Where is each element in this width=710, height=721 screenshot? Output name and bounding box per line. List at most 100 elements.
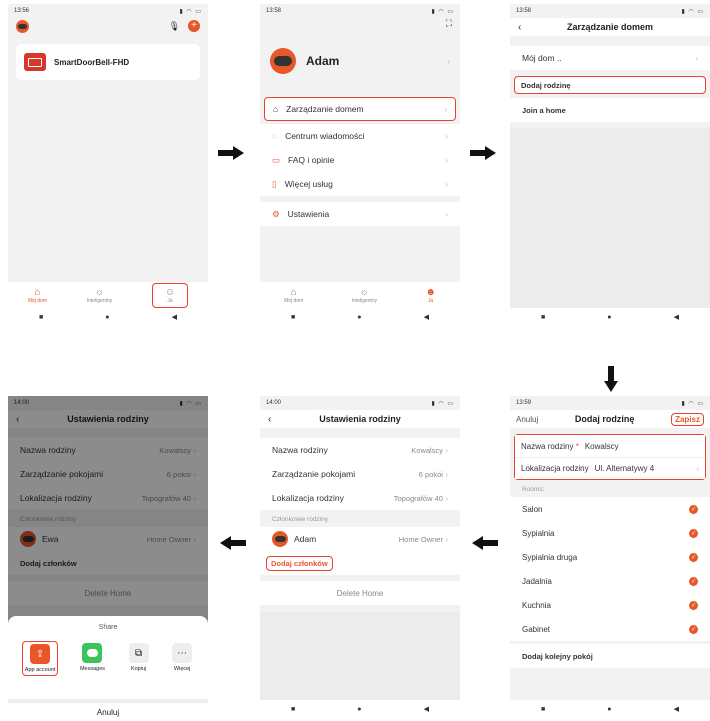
tab-my-home[interactable]: ⌂ Mój dom <box>284 287 303 304</box>
device-name: SmartDoorBell-FHD <box>54 57 130 67</box>
room-item[interactable]: Gabinet ✓ <box>510 617 710 641</box>
share-more[interactable]: ⋯ Więcej <box>170 641 194 676</box>
check-icon[interactable]: ✓ <box>689 576 698 586</box>
chevron-right-icon: › <box>444 104 447 114</box>
back-icon[interactable]: ◀ <box>424 705 429 713</box>
back-icon[interactable]: ◀ <box>674 705 679 713</box>
screen-profile: 13:58 ▮ ◠ ▭ ⛶ Adam › ⌂ Zarządzanie domem ›… <box>260 4 460 326</box>
app-account-icon: ⇪ <box>30 644 51 664</box>
save-button[interactable]: Zapisz <box>671 412 704 426</box>
home-button-icon[interactable]: ● <box>607 706 611 713</box>
system-nav: ■ ● ◀ <box>510 308 710 326</box>
system-nav: ■ ● ◀ <box>8 308 208 326</box>
menu-faq[interactable]: ▭ FAQ i opinie › <box>260 148 460 172</box>
tab-my-home[interactable]: ⌂ Mój dom <box>28 287 47 304</box>
tab-me[interactable]: ☺ Ja <box>151 282 189 308</box>
share-option-label: Kopiuj <box>130 666 147 672</box>
back-icon[interactable]: ◀ <box>674 313 679 321</box>
arrow-down-icon <box>604 366 618 392</box>
add-family-button[interactable]: Dodaj rodzinę <box>514 76 706 94</box>
share-cancel-button[interactable]: Anuluj <box>8 699 208 721</box>
check-icon[interactable]: ✓ <box>689 552 698 562</box>
home-button-icon[interactable]: ● <box>607 314 611 321</box>
home-button-icon[interactable]: ● <box>357 314 361 321</box>
family-name-row[interactable]: Nazwa rodziny Kowalscy › <box>260 438 460 462</box>
avatar[interactable] <box>16 19 29 33</box>
add-member-container: Dodaj członków <box>260 551 460 575</box>
row-value: Kowalscy <box>411 446 443 455</box>
system-nav: ■ ● ◀ <box>260 700 460 718</box>
messages-icon <box>82 643 103 663</box>
arrow-left-icon <box>220 536 246 550</box>
add-room-button[interactable]: Dodaj kolejny pokój <box>510 644 710 668</box>
room-item[interactable]: Sypialnia ✓ <box>510 521 710 545</box>
field-value: Ul. Alternatywy 4 <box>594 464 655 473</box>
check-icon[interactable]: ✓ <box>689 624 698 634</box>
square-icon[interactable]: ■ <box>291 706 295 713</box>
device-card[interactable]: SmartDoorBell-FHD <box>16 44 200 80</box>
status-icons: ▮ ◠ ▭ <box>431 400 454 407</box>
add-family-label: Dodaj rodzinę <box>521 80 571 90</box>
back-icon[interactable]: ◀ <box>424 313 429 321</box>
tab-label: Inteligentny <box>351 297 378 304</box>
chevron-right-icon: › <box>445 470 448 479</box>
room-item[interactable]: Kuchnia ✓ <box>510 593 710 617</box>
scan-icon[interactable]: ⛶ <box>260 18 460 29</box>
empty-area <box>510 128 710 308</box>
room-item[interactable]: Jadalnia ✓ <box>510 569 710 593</box>
family-name-field[interactable]: Nazwa rodziny * Kowalscy <box>515 435 705 457</box>
menu-message-center[interactable]: ◌ Centrum wiadomości › <box>260 124 460 148</box>
check-icon[interactable]: ✓ <box>689 504 698 514</box>
doorbell-device-icon <box>24 53 46 71</box>
profile-header[interactable]: Adam › <box>260 37 460 85</box>
settings-icon: ⚙ <box>272 208 280 219</box>
room-label: Kuchnia <box>522 600 551 610</box>
chevron-right-icon: › <box>445 209 448 219</box>
location-field[interactable]: Lokalizacja rodziny Ul. Alternatywy 4 › <box>515 457 705 479</box>
room-item[interactable]: Salon ✓ <box>510 497 710 521</box>
share-messages[interactable]: Messages <box>78 641 107 676</box>
tab-bar: ⌂ Mój dom ☼ Inteligentny ☻ Ja <box>260 282 460 308</box>
share-app-account[interactable]: ⇪ App account <box>21 641 59 676</box>
room-item[interactable]: Sypialnia druga ✓ <box>510 545 710 569</box>
required-mark: * <box>575 441 579 451</box>
square-icon[interactable]: ■ <box>291 314 295 321</box>
share-option-label: Messages <box>79 666 106 672</box>
copy-icon: ⧉ <box>128 643 149 663</box>
menu-settings[interactable]: ⚙ Ustawienia › <box>260 202 460 226</box>
check-icon[interactable]: ✓ <box>689 528 698 538</box>
add-member-button[interactable]: Dodaj członków <box>266 555 333 571</box>
square-icon[interactable]: ■ <box>541 706 545 713</box>
home-button-icon[interactable]: ● <box>105 314 109 321</box>
tab-me[interactable]: ☻ Ja <box>425 287 436 304</box>
tab-smart[interactable]: ☼ Inteligentny <box>352 287 378 304</box>
delete-home-button[interactable]: Delete Home <box>260 581 460 605</box>
rooms-management-row[interactable]: Zarządzanie pokojami 6 pokoi › <box>260 462 460 486</box>
house-outline-icon: ⌂ <box>273 104 279 114</box>
menu-home-management[interactable]: ⌂ Zarządzanie domem › <box>264 97 456 121</box>
sun-icon: ☼ <box>359 286 369 298</box>
menu-more-services[interactable]: ▯ Więcej usług › <box>260 172 460 196</box>
cancel-button[interactable]: Anuluj <box>516 415 538 424</box>
my-home-item[interactable]: Mój dom .. › <box>510 46 710 70</box>
share-copy[interactable]: ⧉ Kopiuj <box>127 641 151 676</box>
screen-home: 13:56 ▮ ◠ ▭ 🎙 + SmartDoorBell-FHD ⌂ Mój d… <box>8 4 208 326</box>
member-row[interactable]: Adam Home Owner › <box>260 527 460 551</box>
home-button-icon[interactable]: ● <box>357 706 361 713</box>
tab-smart[interactable]: ☼ Inteligentny <box>87 287 113 304</box>
rooms-header: Rooms: <box>522 486 545 493</box>
mic-icon[interactable]: 🎙 <box>169 21 180 32</box>
join-home-button[interactable]: Join a home <box>510 98 710 122</box>
square-icon[interactable]: ■ <box>39 314 43 321</box>
back-icon[interactable]: ◀ <box>172 313 177 321</box>
square-icon[interactable]: ■ <box>541 314 545 321</box>
share-option-label: App account <box>24 667 56 673</box>
add-icon[interactable]: + <box>188 20 200 32</box>
check-icon[interactable]: ✓ <box>689 600 698 610</box>
location-row[interactable]: Lokalizacja rodziny Topografów 40 › <box>260 486 460 510</box>
row-label: Zarządzanie pokojami <box>272 469 356 479</box>
home-header: 🎙 + <box>8 18 208 34</box>
member-name: Adam <box>294 534 317 544</box>
screen-add-family: 13:59 ▮ ◠ ▭ Anuluj Dodaj rodzinę Zapisz … <box>510 396 710 718</box>
room-label: Gabinet <box>522 624 551 634</box>
